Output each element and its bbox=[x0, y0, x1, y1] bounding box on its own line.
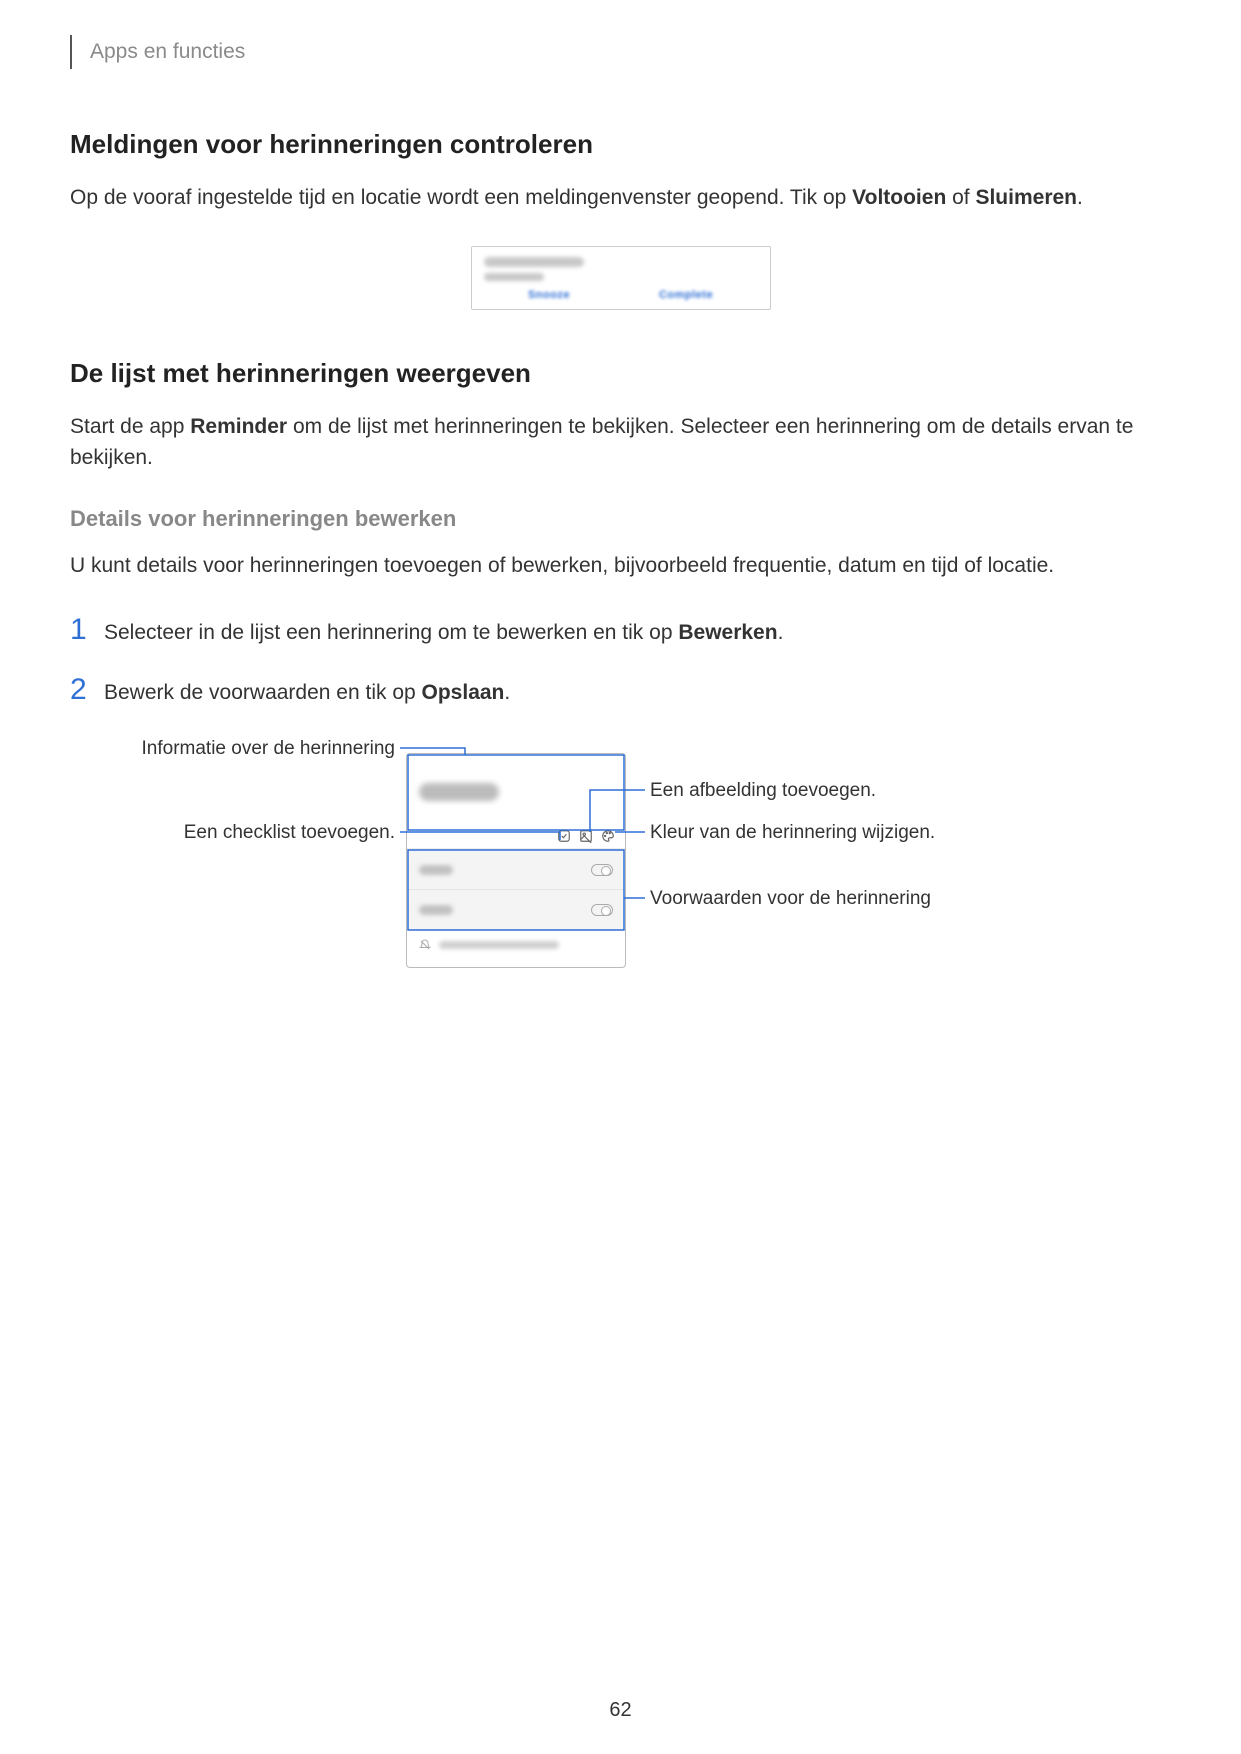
notification-info-row bbox=[407, 929, 625, 959]
callout-checklist: Een checklist toevoegen. bbox=[120, 822, 395, 844]
blurred-footer-text bbox=[439, 941, 559, 949]
step-number: 2 bbox=[70, 673, 104, 707]
callout-info: Informatie over de herinnering bbox=[120, 738, 395, 760]
callout-conditions: Voorwaarden voor de herinnering bbox=[650, 888, 931, 910]
heading-view-list: De lijst met herinneringen weergeven bbox=[70, 358, 1171, 389]
text-bold-sluimeren: Sluimeren bbox=[975, 186, 1077, 209]
page-number: 62 bbox=[0, 1699, 1241, 1722]
phone-mockup bbox=[406, 753, 626, 968]
step-2: 2 Bewerk de voorwaarden en tik op Opslaa… bbox=[70, 673, 1171, 709]
text: Start de app bbox=[70, 415, 190, 438]
paragraph-notifications: Op de vooraf ingestelde tijd en locatie … bbox=[70, 182, 1171, 214]
blurred-label bbox=[419, 865, 453, 875]
text-bold-reminder: Reminder bbox=[190, 415, 287, 438]
condition-row-place bbox=[407, 889, 625, 929]
step-1: 1 Selecteer in de lijst een herinnering … bbox=[70, 613, 1171, 649]
toggle-icon bbox=[591, 864, 613, 876]
blurred-subtitle bbox=[484, 273, 544, 281]
text-bold-bewerken: Bewerken bbox=[678, 621, 777, 644]
text: Op de vooraf ingestelde tijd en locatie … bbox=[70, 186, 852, 209]
text: . bbox=[504, 681, 510, 704]
snooze-button-blurred: Snooze bbox=[528, 289, 570, 301]
text-bold-voltooien: Voltooien bbox=[852, 186, 946, 209]
text: Bewerk de voorwaarden en tik op bbox=[104, 681, 422, 704]
text: . bbox=[1077, 186, 1083, 209]
toggle-icon bbox=[591, 904, 613, 916]
bell-off-icon bbox=[419, 939, 431, 951]
condition-row-time bbox=[407, 849, 625, 889]
notification-example: Snooze Complete bbox=[471, 246, 771, 310]
header-section: Apps en functies bbox=[70, 35, 1171, 69]
text: of bbox=[946, 186, 975, 209]
text: Selecteer in de lijst een herinnering om… bbox=[104, 621, 678, 644]
header-section-text: Apps en functies bbox=[90, 40, 245, 64]
toolbar bbox=[407, 829, 625, 849]
paragraph-edit-details: U kunt details voor herinneringen toevoe… bbox=[70, 550, 1171, 582]
edit-reminder-diagram: Informatie over de herinnering Een check… bbox=[120, 738, 1080, 1038]
checklist-icon bbox=[557, 829, 571, 848]
reminder-title-area bbox=[407, 754, 625, 829]
step-text: Bewerk de voorwaarden en tik op Opslaan. bbox=[104, 677, 510, 709]
paragraph-view-list: Start de app Reminder om de lijst met he… bbox=[70, 411, 1171, 474]
image-icon bbox=[579, 829, 593, 848]
complete-button-blurred: Complete bbox=[659, 289, 713, 301]
blurred-label bbox=[419, 905, 453, 915]
step-number: 1 bbox=[70, 613, 104, 647]
step-text: Selecteer in de lijst een herinnering om… bbox=[104, 617, 783, 649]
callout-add-image: Een afbeelding toevoegen. bbox=[650, 780, 876, 802]
steps-list: 1 Selecteer in de lijst een herinnering … bbox=[70, 613, 1171, 708]
text-bold-opslaan: Opslaan bbox=[422, 681, 505, 704]
text: . bbox=[778, 621, 784, 644]
heading-notifications: Meldingen voor herinneringen controleren bbox=[70, 129, 1171, 160]
callout-change-color: Kleur van de herinnering wijzigen. bbox=[650, 822, 935, 844]
heading-edit-details: Details voor herinneringen bewerken bbox=[70, 506, 1171, 532]
palette-icon bbox=[601, 829, 615, 848]
blurred-reminder-title bbox=[419, 783, 499, 801]
blurred-title bbox=[484, 257, 584, 267]
